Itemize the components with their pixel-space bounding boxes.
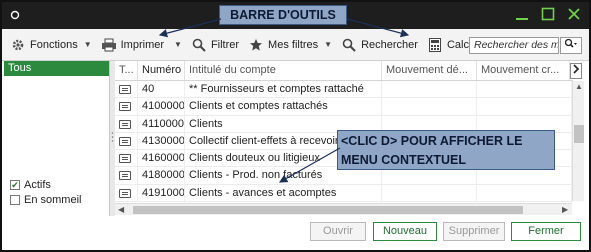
cell-intitule: Clients - avances et acomptes [185,184,382,202]
chevron-down-icon: ▼ [324,40,333,49]
toolbar-callout: BARRE D'OUTILS [219,5,347,25]
chevron-up-icon[interactable]: ▲ [575,82,583,91]
unchecked-box [10,195,20,205]
document-icon [119,171,131,181]
context-menu-callout: <CLIC D> POUR AFFICHER LE MENU CONTEXTUE… [337,130,555,170]
document-icon [119,188,131,198]
column-header-type[interactable]: T... [115,61,138,80]
column-header-numero[interactable]: Numéro [138,61,185,80]
document-icon [119,154,131,164]
cell-intitule: ** Fournisseurs et comptes rattaché [185,81,382,98]
document-icon [119,119,131,129]
printer-icon [101,37,117,53]
horizontal-scrollbar[interactable]: ◀ ▶ [115,203,572,215]
close-icon[interactable] [567,6,581,22]
cell-numero: 41600000 [138,150,185,167]
document-icon [119,102,131,112]
table-row[interactable]: 41910000 Clients - avances et acomptes [115,184,572,203]
sidebar-item-tous[interactable]: Tous [4,61,109,76]
column-header-mouvement-credit[interactable]: Mouvement cr... [477,61,570,80]
cell-numero: 41800000 [138,167,185,184]
scrollbar-thumb[interactable] [574,125,584,143]
maximize-icon[interactable] [541,6,555,22]
en-sommeil-label: En sommeil [24,194,82,206]
vertical-scrollbar[interactable]: ▲ [572,81,584,201]
fonctions-label: Fonctions [30,38,78,51]
cell-numero: 41910000 [138,184,185,202]
column-header-intitule[interactable]: Intitulé du compte [185,61,382,80]
supprimer-button[interactable]: Supprimer [443,222,505,241]
search-icon [564,38,578,53]
actifs-checkbox[interactable]: ✔ Actifs [10,179,51,191]
cell-numero: 40 [138,81,185,98]
scrollbar-thumb[interactable] [133,206,523,214]
column-header-mouvement-debit[interactable]: Mouvement dé... [382,61,477,80]
callout-line-1: <CLIC D> POUR AFFICHER LE [341,134,523,148]
search-options-button[interactable] [560,37,582,54]
cell-numero: 41100000 [138,115,185,132]
ring-icon[interactable] [10,10,20,23]
document-icon [119,136,131,146]
imprimer-button[interactable]: Imprimer ▼ [101,37,182,53]
table-row[interactable]: 41800000 Clients - Prod. non facturés [115,167,572,185]
chevron-right-icon[interactable]: ▶ [562,205,568,214]
gear-icon [10,37,26,53]
en-sommeil-checkbox[interactable]: En sommeil [10,194,81,206]
check-icon: ✔ [10,180,20,190]
table-row[interactable]: 41000000 Clients et comptes rattachés [115,98,572,116]
table-header: T... Numéro Intitulé du compte Mouvement… [115,61,573,81]
cell-intitule: Clients et comptes rattachés [185,98,382,115]
callout-line-2: MENU CONTEXTUEL [341,153,466,167]
fonctions-button[interactable]: Fonctions ▼ [10,37,92,53]
chevron-left-icon[interactable]: ◀ [118,205,124,214]
filtrer-label: Filtrer [210,38,240,51]
calculator-icon [427,37,443,53]
mes-filtres-button[interactable]: Mes filtres ▼ [248,37,332,53]
actifs-label: Actifs [24,179,51,191]
window-controls [515,6,581,22]
cell-numero: 41000000 [138,98,185,115]
ouvrir-button[interactable]: Ouvrir [310,222,366,241]
document-icon [119,85,131,94]
rechercher-label: Rechercher [361,38,418,51]
chevron-right-icon[interactable] [570,63,582,79]
sidebar: Tous ✔ Actifs En sommeil [4,61,110,216]
mes-filtres-label: Mes filtres [268,38,319,51]
fermer-button[interactable]: Fermer [511,222,581,241]
magnifier-icon [341,37,357,53]
chevron-down-icon: ▼ [83,40,92,49]
nouveau-button[interactable]: Nouveau [373,222,437,241]
cell-numero: 41300000 [138,132,185,150]
minimize-icon[interactable] [515,6,529,22]
filtrer-button[interactable]: Filtrer [191,37,239,53]
imprimer-label: Imprimer [120,38,165,51]
footer-bar: Ouvrir Nouveau Supprimer Fermer [2,216,589,248]
rechercher-button[interactable]: Rechercher [341,37,418,53]
search-input[interactable]: Rechercher des mo [469,37,559,54]
star-icon [248,37,264,53]
chevron-down-icon: ▼ [174,40,182,49]
magnifier-icon [191,37,207,53]
table-row[interactable]: 40 ** Fournisseurs et comptes rattaché [115,81,572,99]
